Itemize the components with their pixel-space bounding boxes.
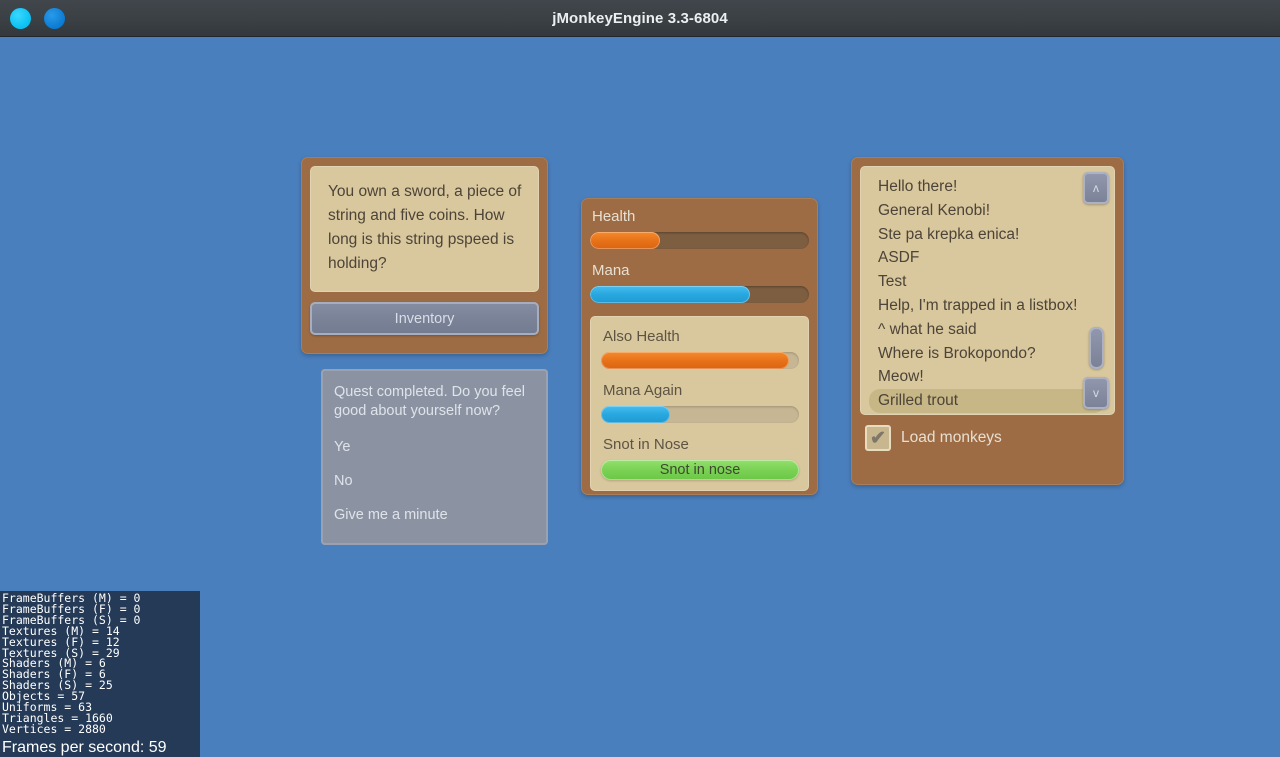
health-bar-track[interactable] <box>590 232 809 249</box>
listbox-items: Hello there! General Kenobi! Ste pa krepka… <box>869 175 1105 413</box>
mana-again-bar-label: Mana Again <box>603 382 683 399</box>
list-item[interactable]: Where is Brokopondo? <box>869 342 1105 366</box>
load-monkeys-row[interactable]: ✔ Load monkeys <box>860 425 1115 451</box>
listbox-scrollbar[interactable]: ʌ v <box>1083 172 1109 409</box>
snot-in-nose-button[interactable]: Snot in nose <box>601 460 799 480</box>
window-button-blue-icon[interactable] <box>44 7 65 29</box>
list-item[interactable]: Test <box>869 270 1105 294</box>
inventory-button[interactable]: Inventory <box>310 302 539 335</box>
health-bar-label: Health <box>592 208 636 225</box>
list-item[interactable]: ASDF <box>869 246 1105 270</box>
dialog-panel: You own a sword, a piece of string and f… <box>301 157 548 354</box>
window-title-bar: jMonkeyEngine 3.3-6804 <box>0 0 1280 37</box>
mana-bar-label: Mana <box>592 262 630 279</box>
stats-panel: Health Mana Also Health Mana Again Snot … <box>581 198 818 495</box>
window-controls <box>10 7 65 29</box>
checkmark-icon: ✔ <box>870 427 886 449</box>
window-title: jMonkeyEngine 3.3-6804 <box>552 9 728 27</box>
mana-again-bar-track[interactable] <box>601 406 799 423</box>
inventory-button-label: Inventory <box>394 310 455 327</box>
nested-stats-panel: Also Health Mana Again Snot in Nose Snot… <box>590 316 809 491</box>
list-item[interactable]: Grilled trout <box>869 389 1105 413</box>
list-item[interactable]: General Kenobi! <box>869 199 1105 223</box>
stat-line: Vertices = 2880 <box>2 721 106 736</box>
render-stats-overlay: FrameBuffers (M) = 0 FrameBuffers (F) = 0… <box>0 591 200 757</box>
list-item[interactable]: Meow! <box>869 365 1105 389</box>
quest-prompt: Quest completed. Do you feel good about … <box>334 384 526 419</box>
load-monkeys-checkbox[interactable]: ✔ <box>865 425 891 451</box>
dialog-text: You own a sword, a piece of string and f… <box>328 183 522 272</box>
list-item[interactable]: Hello there! <box>869 175 1105 199</box>
mana-bar-track[interactable] <box>590 286 809 303</box>
snot-in-nose-label: Snot in Nose <box>603 436 689 453</box>
list-item[interactable]: ^ what he said <box>869 318 1105 342</box>
list-item[interactable]: Help, I'm trapped in a listbox! <box>869 294 1105 318</box>
also-health-bar-fill <box>601 352 790 369</box>
mana-again-bar-fill <box>601 406 671 423</box>
render-stats-lines: FrameBuffers (M) = 0 FrameBuffers (F) = 0… <box>2 592 198 736</box>
listbox[interactable]: Hello there! General Kenobi! Ste pa krepka… <box>860 166 1115 415</box>
scroll-down-icon[interactable]: v <box>1083 377 1109 409</box>
load-monkeys-label: Load monkeys <box>901 429 1002 446</box>
fps-counter: Frames per second: 59 <box>2 738 167 756</box>
quest-option-yes[interactable]: Ye <box>334 439 536 455</box>
snot-in-nose-button-label: Snot in nose <box>659 462 741 478</box>
also-health-bar-label: Also Health <box>603 328 680 345</box>
health-bar-fill <box>590 232 661 249</box>
scroll-up-icon[interactable]: ʌ <box>1083 172 1109 204</box>
dialog-text-box: You own a sword, a piece of string and f… <box>310 166 539 292</box>
quest-option-later[interactable]: Give me a minute <box>334 507 536 523</box>
scrollbar-thumb[interactable] <box>1089 327 1104 369</box>
list-item[interactable]: Ste pa krepka enica! <box>869 223 1105 247</box>
quest-panel: Quest completed. Do you feel good about … <box>321 369 548 545</box>
mana-bar-fill <box>590 286 750 303</box>
window-button-cyan-icon[interactable] <box>10 7 31 29</box>
listbox-panel: Hello there! General Kenobi! Ste pa krepka… <box>851 157 1124 485</box>
quest-option-no[interactable]: No <box>334 473 536 489</box>
also-health-bar-track[interactable] <box>601 352 799 369</box>
